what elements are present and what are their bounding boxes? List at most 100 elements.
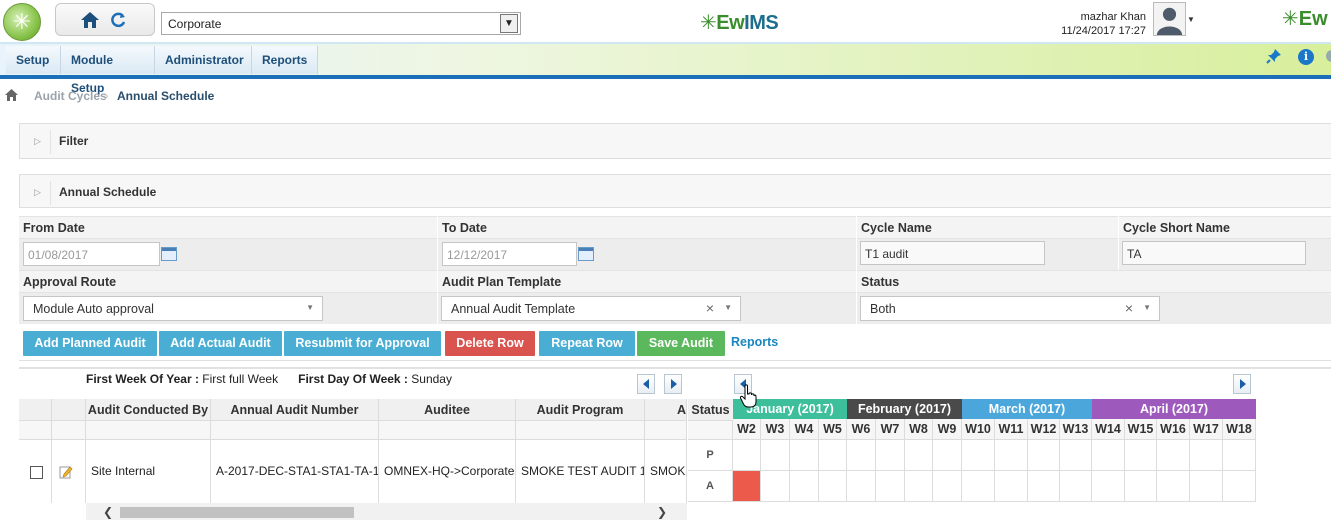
schedule-cell-planned[interactable]	[1125, 440, 1157, 471]
schedule-cell-actual[interactable]	[819, 471, 847, 502]
schedule-cell-planned[interactable]	[1028, 440, 1060, 471]
schedule-cell-planned[interactable]	[876, 440, 905, 471]
calendar-icon[interactable]	[578, 247, 594, 261]
schedule-cell-actual[interactable]	[1223, 471, 1256, 502]
schedule-cell-planned[interactable]	[1190, 440, 1223, 471]
schedule-cell-planned[interactable]	[962, 440, 995, 471]
from-date-input[interactable]: 01/08/2017	[23, 242, 160, 266]
schedule-cell-actual[interactable]	[847, 471, 876, 502]
nav-item-administrator[interactable]: Administrator	[155, 46, 252, 74]
table-horizontal-scrollbar[interactable]: ❮ ❯	[86, 503, 687, 520]
chevron-down-icon[interactable]: ▼	[1143, 303, 1151, 312]
edit-column-header	[52, 399, 86, 421]
schedule-cell-planned[interactable]	[819, 440, 847, 471]
add-planned-audit-button[interactable]: Add Planned Audit	[23, 331, 157, 356]
schedule-cell-planned[interactable]	[1092, 440, 1125, 471]
schedule-cell-actual[interactable]	[1190, 471, 1223, 502]
scroll-right-icon[interactable]: ❯	[657, 505, 667, 519]
column-header-annual-audit-number[interactable]: Annual Audit Number	[211, 399, 379, 421]
filter-cell	[19, 421, 52, 440]
pin-icon[interactable]	[1266, 48, 1282, 64]
schedule-cell-planned[interactable]	[790, 440, 819, 471]
schedule-cell-actual[interactable]	[933, 471, 962, 502]
breadcrumb-home-icon[interactable]	[5, 89, 18, 101]
avatar[interactable]	[1153, 2, 1186, 36]
annual-schedule-panel-header[interactable]: ▷ Annual Schedule	[19, 174, 1331, 208]
save-audit-button[interactable]: Save Audit	[637, 331, 725, 356]
home-icon[interactable]	[80, 10, 100, 30]
nav-item-setup[interactable]: Setup	[6, 46, 61, 74]
organization-select[interactable]: Corporate ▼	[161, 12, 521, 35]
cycle-name-label: Cycle Name	[857, 216, 1118, 238]
cycle-name-input[interactable]: T1 audit	[860, 241, 1045, 265]
help-icon[interactable]	[1326, 50, 1331, 62]
right-logo-text: Ew	[1298, 8, 1328, 30]
chevron-down-icon[interactable]: ▼	[306, 303, 314, 312]
repeat-row-button[interactable]: Repeat Row	[539, 331, 635, 356]
to-date-input[interactable]: 12/12/2017	[442, 242, 577, 266]
schedule-cell-planned[interactable]	[1157, 440, 1190, 471]
week-header: W11	[995, 419, 1028, 440]
approval-route-select[interactable]: Module Auto approval ▼	[23, 296, 323, 321]
clear-icon[interactable]: ×	[1125, 300, 1133, 316]
chevron-down-icon[interactable]: ▼	[724, 303, 732, 312]
approval-route-label: Approval Route	[19, 270, 437, 292]
grid-prev-button[interactable]	[637, 374, 655, 394]
schedule-cell-planned[interactable]	[1060, 440, 1092, 471]
app-logo-icon[interactable]: ✳	[3, 3, 41, 41]
status-column-header: Status	[688, 399, 733, 421]
calendar-icon[interactable]	[161, 247, 177, 261]
schedule-cell-actual[interactable]	[1125, 471, 1157, 502]
audit-plan-template-select[interactable]: Annual Audit Template × ▼	[441, 296, 741, 321]
schedule-cell-actual[interactable]	[1028, 471, 1060, 502]
chevron-down-icon[interactable]: ▼	[500, 14, 518, 33]
schedule-cell-actual[interactable]	[962, 471, 995, 502]
calendar-next-button[interactable]	[1233, 374, 1251, 394]
add-actual-audit-button[interactable]: Add Actual Audit	[159, 331, 282, 356]
column-header-audit-conducted-by[interactable]: Audit Conducted By	[86, 399, 211, 421]
expand-icon[interactable]: ▷	[34, 187, 41, 198]
schedule-cell-planned[interactable]	[847, 440, 876, 471]
scrollbar-thumb[interactable]	[120, 507, 354, 518]
schedule-cell-actual[interactable]	[876, 471, 905, 502]
schedule-cell-actual[interactable]	[995, 471, 1028, 502]
schedule-cell-actual[interactable]	[905, 471, 933, 502]
nav-item-reports[interactable]: Reports	[252, 46, 318, 74]
schedule-cell-planned[interactable]	[995, 440, 1028, 471]
schedule-cell-planned[interactable]	[761, 440, 790, 471]
breadcrumb-audit-cycles[interactable]: Audit Cycles	[34, 89, 107, 103]
audit-plan-template-label: Audit Plan Template	[438, 270, 856, 292]
resubmit-for-approval-button[interactable]: Resubmit for Approval	[284, 331, 441, 356]
schedule-cell-actual[interactable]	[790, 471, 819, 502]
edit-icon[interactable]	[59, 465, 73, 479]
column-header-audit-program[interactable]: Audit Program	[516, 399, 645, 421]
schedule-cell-actual[interactable]	[1060, 471, 1092, 502]
expand-icon[interactable]: ▷	[34, 136, 41, 147]
status-select[interactable]: Both × ▼	[860, 296, 1160, 321]
schedule-cell-planned[interactable]	[1223, 440, 1256, 471]
audit-table: Audit Conducted By Annual Audit Number A…	[19, 399, 687, 503]
cycle-short-name-input[interactable]: TA	[1122, 241, 1306, 265]
schedule-cell-actual[interactable]	[733, 471, 761, 502]
column-header-auditee[interactable]: Auditee	[379, 399, 516, 421]
info-icon[interactable]: i	[1298, 49, 1314, 65]
divider	[19, 367, 1331, 369]
row-checkbox[interactable]	[30, 466, 43, 479]
delete-row-button[interactable]: Delete Row	[445, 331, 535, 356]
schedule-cell-planned[interactable]	[933, 440, 962, 471]
schedule-cell-planned[interactable]	[733, 440, 761, 471]
refresh-icon[interactable]	[109, 11, 127, 29]
schedule-cell-actual[interactable]	[1157, 471, 1190, 502]
grid-next-button[interactable]	[664, 374, 682, 394]
schedule-cell-actual[interactable]	[1092, 471, 1125, 502]
schedule-cell-planned[interactable]	[905, 440, 933, 471]
scroll-left-icon[interactable]: ❮	[103, 505, 113, 519]
user-menu-caret-icon[interactable]: ▼	[1187, 15, 1195, 24]
filter-panel-header[interactable]: ▷ Filter	[19, 123, 1331, 159]
clear-icon[interactable]: ×	[706, 300, 714, 316]
schedule-cell-actual[interactable]	[761, 471, 790, 502]
column-header-audit[interactable]: Audit	[645, 399, 687, 421]
week-header: W2	[733, 419, 761, 440]
reports-link[interactable]: Reports	[731, 335, 778, 349]
nav-item-module-setup[interactable]: Module Setup	[61, 46, 155, 95]
